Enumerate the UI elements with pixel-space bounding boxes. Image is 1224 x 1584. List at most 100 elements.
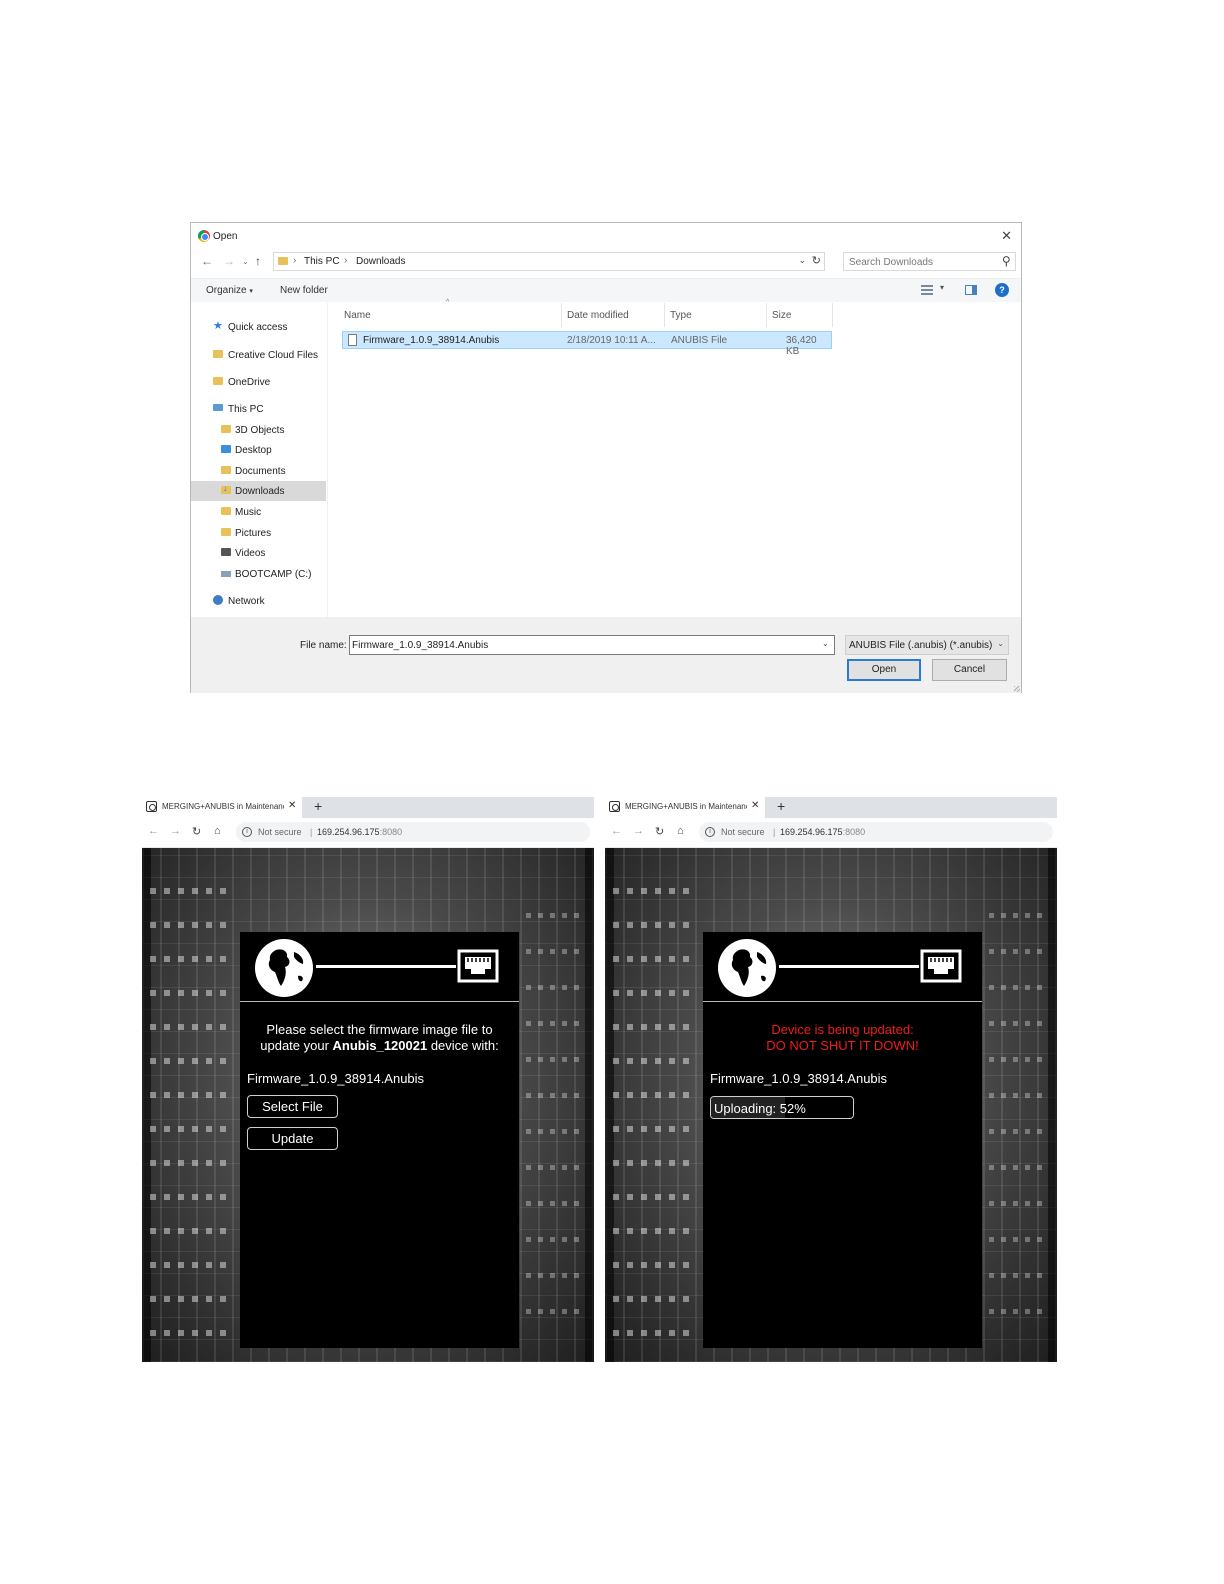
- search-box[interactable]: Search Downloads ⚲: [843, 252, 1016, 271]
- file-name-cell: Firmware_1.0.9_38914.Anubis: [363, 335, 500, 346]
- open-file-dialog: Open ✕ ← → ⌄ ↑ › This PC › Downloads ⌄ ↻…: [190, 222, 1022, 693]
- column-header-date[interactable]: Date modified: [567, 310, 629, 321]
- header-divider: [703, 1001, 982, 1002]
- breadcrumb-downloads[interactable]: Downloads: [356, 256, 405, 267]
- instruction-line-2-suffix: device with:: [427, 1038, 499, 1053]
- file-icon: [348, 334, 357, 346]
- close-icon[interactable]: ✕: [288, 800, 296, 811]
- url-bar[interactable]: i Not secure | 169.254.96.175:8080: [236, 822, 590, 842]
- dropdown-arrow-icon[interactable]: ▾: [940, 283, 944, 292]
- breadcrumb-this-pc[interactable]: This PC: [304, 256, 340, 267]
- browser-tab[interactable]: MERGING+ANUBIS in Maintenance ✕: [142, 797, 302, 818]
- sidebar-item-documents[interactable]: Documents: [191, 461, 326, 481]
- folder-icon: [221, 548, 231, 556]
- forward-arrow-icon[interactable]: →: [633, 825, 644, 837]
- chevron-down-icon[interactable]: ⌄: [798, 255, 806, 266]
- file-type-select[interactable]: ANUBIS File (.anubis) (*.anubis) ⌄: [845, 635, 1009, 655]
- sort-caret-icon: ^: [446, 299, 450, 306]
- search-icon: ⚲: [1002, 254, 1011, 268]
- new-tab-plus-icon[interactable]: +: [314, 798, 322, 814]
- sidebar-item-quick-access[interactable]: ★ Quick access: [191, 317, 326, 337]
- tab-strip: MERGING+ANUBIS in Maintenance ✕ +: [142, 797, 594, 818]
- update-warning: Device is being updated: DO NOT SHUT IT …: [703, 1022, 982, 1054]
- new-tab-plus-icon[interactable]: +: [777, 798, 785, 814]
- chevron-down-icon[interactable]: ⌄: [822, 639, 829, 648]
- sidebar-item-this-pc[interactable]: This PC: [191, 399, 326, 419]
- sidebar-item-downloads[interactable]: Downloads: [191, 481, 326, 501]
- refresh-icon[interactable]: ↻: [812, 254, 821, 267]
- close-icon[interactable]: ✕: [751, 800, 759, 811]
- sidebar-item-label: Desktop: [235, 445, 272, 456]
- sidebar-item-music[interactable]: Music: [191, 502, 326, 522]
- home-icon[interactable]: ⌂: [677, 825, 684, 837]
- select-file-button[interactable]: Select File: [247, 1095, 338, 1118]
- url-text: 169.254.96.175:8080: [317, 827, 402, 837]
- open-button[interactable]: Open: [847, 659, 921, 681]
- star-icon: ★: [213, 320, 223, 332]
- help-icon[interactable]: ?: [995, 283, 1009, 297]
- sidebar-item-bootcamp[interactable]: BOOTCAMP (C:): [191, 564, 326, 584]
- back-arrow-icon[interactable]: ←: [148, 825, 159, 837]
- sidebar-item-creative-cloud-files[interactable]: Creative Cloud Files: [191, 345, 326, 365]
- sidebar-item-3d-objects[interactable]: 3D Objects: [191, 420, 326, 440]
- sidebar-item-pictures[interactable]: Pictures: [191, 523, 326, 543]
- resize-grip-icon[interactable]: [1014, 686, 1020, 692]
- organize-button[interactable]: Organize ▾: [206, 285, 253, 296]
- forward-arrow-icon[interactable]: →: [170, 825, 181, 837]
- view-options-icon[interactable]: [921, 285, 933, 295]
- sidebar-item-label: 3D Objects: [235, 425, 285, 436]
- file-row[interactable]: Firmware_1.0.9_38914.Anubis 2/18/2019 10…: [342, 331, 832, 357]
- breadcrumb-separator-icon: ›: [344, 255, 348, 266]
- cancel-button[interactable]: Cancel: [932, 659, 1007, 681]
- reload-icon[interactable]: ↻: [192, 825, 201, 838]
- reload-icon[interactable]: ↻: [655, 825, 664, 838]
- back-arrow-icon[interactable]: ←: [611, 825, 622, 837]
- info-icon[interactable]: i: [242, 827, 252, 837]
- dialog-titlebar: Open ✕: [191, 223, 1021, 249]
- column-divider[interactable]: [766, 303, 767, 327]
- file-name-label: File name:: [300, 640, 347, 651]
- folder-icon: [221, 528, 231, 536]
- sidebar-item-label: Videos: [235, 548, 266, 559]
- navigation-pane: ★ Quick access Creative Cloud Files OneD…: [191, 303, 326, 617]
- globe-icon: [255, 939, 313, 997]
- back-arrow-icon[interactable]: ←: [201, 254, 213, 268]
- column-header-name[interactable]: Name: [344, 310, 371, 321]
- column-divider[interactable]: [664, 303, 665, 327]
- new-folder-button[interactable]: New folder: [280, 285, 328, 296]
- info-icon[interactable]: i: [705, 827, 715, 837]
- dialog-title: Open: [213, 231, 238, 242]
- column-header-size[interactable]: Size: [772, 310, 791, 321]
- preview-pane-icon[interactable]: [965, 285, 977, 295]
- tab-title: MERGING+ANUBIS in Maintenance: [162, 802, 284, 811]
- address-bar[interactable]: › This PC › Downloads ⌄ ↻: [273, 252, 825, 271]
- sidebar-item-onedrive[interactable]: OneDrive: [191, 372, 326, 392]
- file-name-input[interactable]: Firmware_1.0.9_38914.Anubis: [349, 635, 835, 655]
- upload-progress-bar: Uploading: 52%: [710, 1096, 854, 1119]
- column-divider[interactable]: [561, 303, 562, 327]
- url-bar[interactable]: i Not secure | 169.254.96.175:8080: [699, 822, 1053, 842]
- folder-icon: [213, 350, 223, 358]
- sidebar-item-network[interactable]: Network: [191, 591, 326, 611]
- computer-icon: [213, 404, 223, 411]
- forward-arrow-icon[interactable]: →: [223, 254, 235, 268]
- column-divider[interactable]: [832, 303, 833, 327]
- search-placeholder: Search Downloads: [849, 257, 933, 268]
- column-header-type[interactable]: Type: [670, 310, 692, 321]
- network-cable-line: [779, 965, 919, 968]
- network-cable-line: [316, 965, 456, 968]
- close-icon[interactable]: ✕: [1001, 228, 1012, 244]
- browser-tab[interactable]: MERGING+ANUBIS in Maintenance ✕: [605, 797, 765, 818]
- home-icon[interactable]: ⌂: [214, 825, 221, 837]
- omnibar: ← → ↻ ⌂ i Not secure | 169.254.96.175:80…: [605, 818, 1057, 848]
- sidebar-item-videos[interactable]: Videos: [191, 543, 326, 563]
- ethernet-port-icon: [920, 949, 962, 983]
- page-background: Please select the firmware image file to…: [142, 848, 594, 1362]
- navigation-bar: ← → ⌄ ↑ › This PC › Downloads ⌄ ↻ Search…: [191, 251, 1021, 273]
- breadcrumb-separator-icon: ›: [293, 255, 297, 266]
- recent-locations-chevron-icon[interactable]: ⌄: [242, 257, 249, 266]
- sidebar-item-desktop[interactable]: Desktop: [191, 440, 326, 460]
- update-button[interactable]: Update: [247, 1127, 338, 1150]
- up-arrow-icon[interactable]: ↑: [255, 254, 261, 268]
- favicon-icon: [609, 801, 620, 812]
